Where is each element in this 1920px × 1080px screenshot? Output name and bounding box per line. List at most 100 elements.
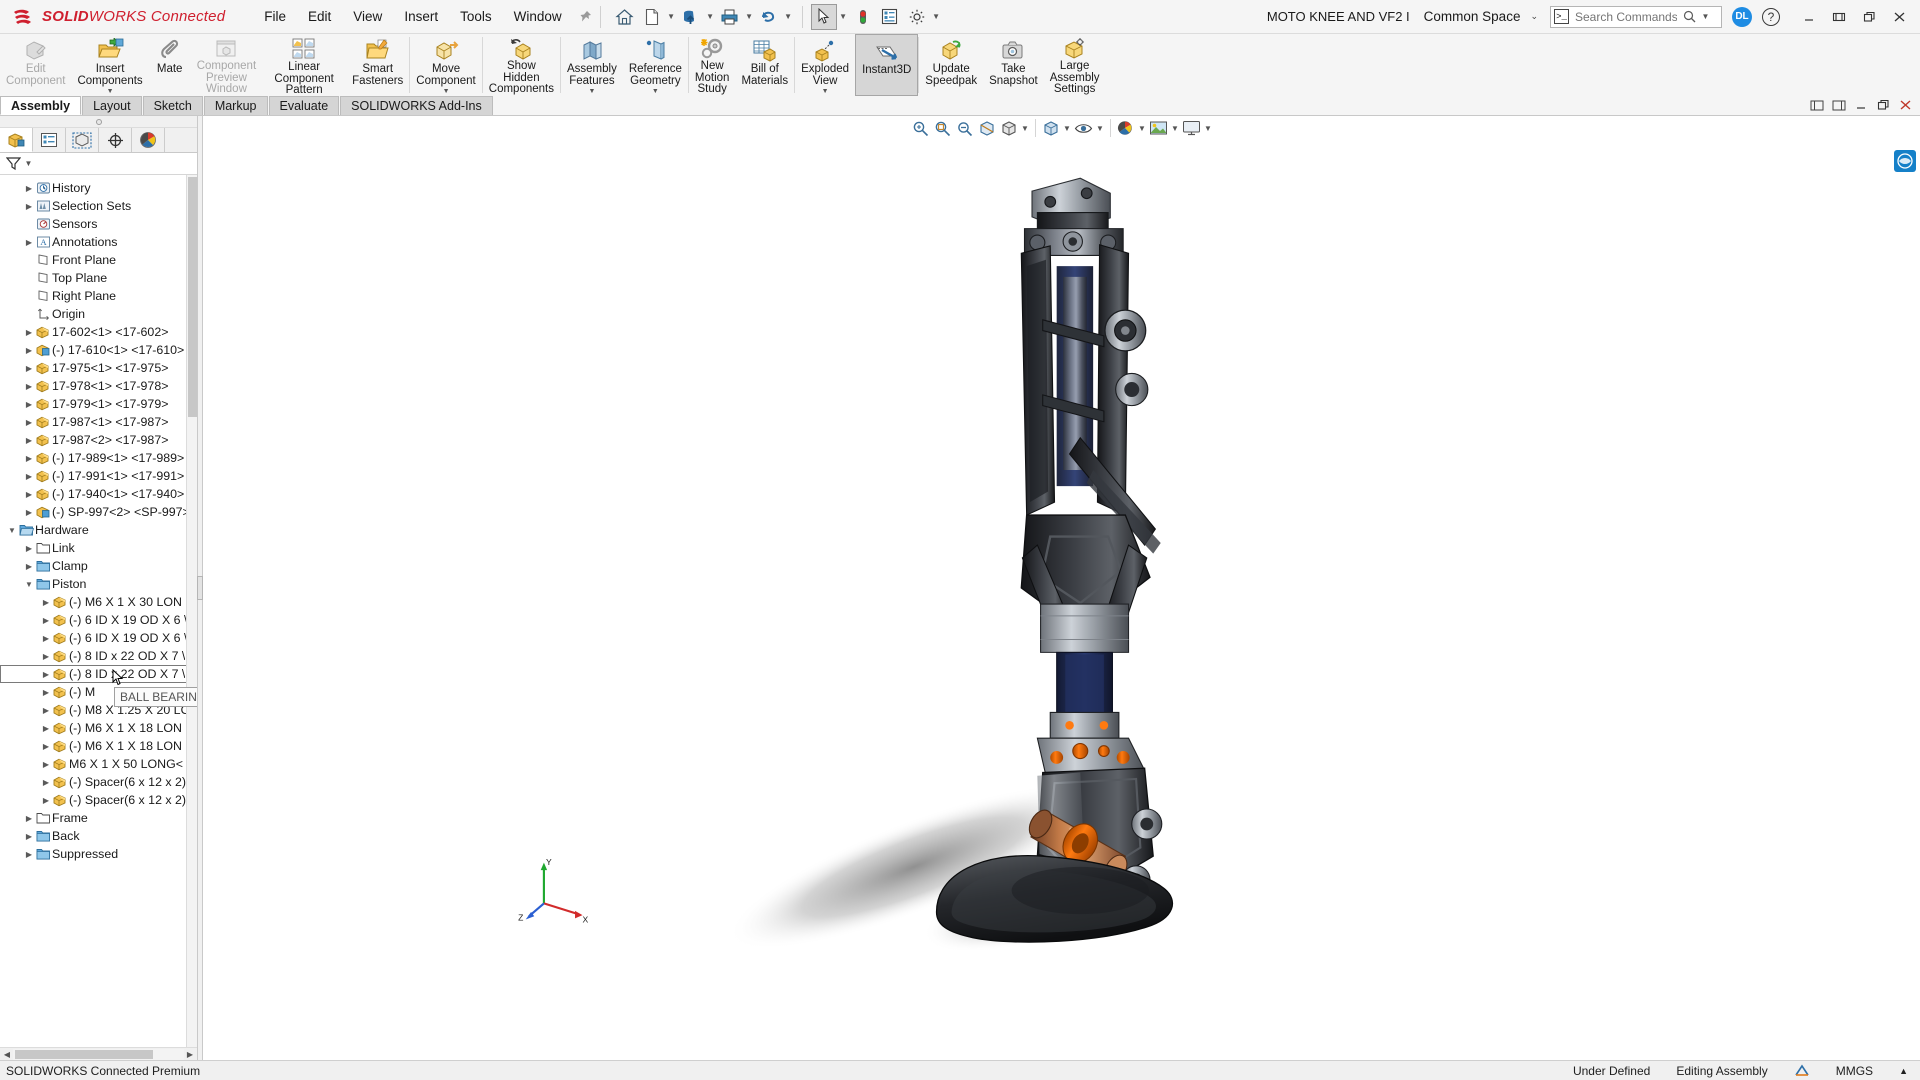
- ribbon-linear-component-pattern[interactable]: Linear Component Pattern ▼: [262, 34, 346, 105]
- chevron-down-icon[interactable]: ▼: [822, 88, 829, 95]
- ribbon-insert-components[interactable]: Insert Components ▼: [71, 34, 148, 96]
- tree-item[interactable]: ▶ A Annotations: [0, 233, 197, 251]
- ribbon-smart-fasteners[interactable]: Smart Fasteners: [346, 34, 409, 96]
- tree-expand-arrow-icon[interactable]: ▶: [23, 472, 35, 481]
- menu-insert[interactable]: Insert: [393, 4, 449, 29]
- new-document-icon[interactable]: [639, 4, 665, 30]
- tree-expand-arrow-icon[interactable]: ▶: [23, 202, 35, 211]
- tree-expand-arrow-icon[interactable]: ▶: [40, 688, 52, 697]
- common-space-selector[interactable]: Common Space ⌄: [1424, 9, 1538, 24]
- tab-evaluate[interactable]: Evaluate: [268, 96, 340, 115]
- scroll-left-icon[interactable]: ◀: [1, 1050, 13, 1059]
- select-dropdown-icon[interactable]: ▼: [838, 12, 849, 21]
- menu-window[interactable]: Window: [503, 4, 573, 29]
- window-restore-button[interactable]: [1824, 4, 1854, 30]
- tree-expand-arrow-icon[interactable]: ▶: [23, 346, 35, 355]
- tree-expand-arrow-icon[interactable]: ▶: [40, 742, 52, 751]
- tree-scroll-thumb[interactable]: [188, 177, 197, 417]
- new-document-dropdown-icon[interactable]: ▼: [666, 12, 677, 21]
- dimxpert-manager-tab[interactable]: [99, 128, 132, 152]
- tree-item[interactable]: Right Plane: [0, 287, 197, 305]
- ribbon-edit-component[interactable]: Edit Component: [0, 34, 71, 96]
- tab-markup[interactable]: Markup: [203, 96, 268, 115]
- tree-expand-arrow-icon[interactable]: ▶: [40, 634, 52, 643]
- tree-item[interactable]: ▶ (-) M6 X 1 X 18 LON: [0, 737, 197, 755]
- ribbon-new-motion-study[interactable]: New Motion Study: [689, 34, 736, 96]
- prosthetic-knee-assembly-model[interactable]: Y X Z: [203, 116, 1920, 1060]
- graphics-viewport[interactable]: ▼ ▼ ▼ ▼ ▼ ▼ Y X Z: [203, 116, 1920, 1060]
- tree-item[interactable]: ▶ (-) SP-997<2> <SP-997>: [0, 503, 197, 521]
- feature-tree-filter[interactable]: ▼: [0, 153, 197, 175]
- tree-item[interactable]: ▶ Frame: [0, 809, 197, 827]
- tree-item[interactable]: ▶ (-) 17-940<1> <17-940>: [0, 485, 197, 503]
- tree-item[interactable]: ▶ 17-975<1> <17-975>: [0, 359, 197, 377]
- print-icon[interactable]: [717, 4, 743, 30]
- tab-sketch[interactable]: Sketch: [142, 96, 203, 115]
- tree-expand-arrow-icon[interactable]: ▶: [40, 778, 52, 787]
- ribbon-mate[interactable]: Mate: [149, 34, 191, 96]
- tree-item[interactable]: Origin: [0, 305, 197, 323]
- tree-collapse-arrow-icon[interactable]: ▼: [6, 526, 18, 535]
- menu-file[interactable]: File: [253, 4, 297, 29]
- ribbon-component-preview-window[interactable]: Component Preview Window: [191, 34, 262, 96]
- configuration-manager-tab[interactable]: [66, 128, 99, 152]
- tree-item[interactable]: ▶ M6 X 1 X 50 LONG<: [0, 755, 197, 773]
- tree-item[interactable]: ▶ 17-978<1> <17-978>: [0, 377, 197, 395]
- ribbon-update-speedpak[interactable]: Update Speedpak: [919, 34, 983, 96]
- save-to-cloud-icon[interactable]: [678, 4, 704, 30]
- tree-item[interactable]: ▶ (-) M6 X 1 X 30 LON: [0, 593, 197, 611]
- tree-expand-arrow-icon[interactable]: ▶: [40, 652, 52, 661]
- tree-expand-arrow-icon[interactable]: ▶: [23, 454, 35, 463]
- status-units-dropdown-icon[interactable]: ▲: [1899, 1066, 1908, 1076]
- ribbon-exploded-view[interactable]: Exploded View ▼: [795, 34, 855, 96]
- tree-item[interactable]: ▶ (-) 17-989<1> <17-989>: [0, 449, 197, 467]
- tree-item[interactable]: Front Plane: [0, 251, 197, 269]
- feature-manager-tab[interactable]: [0, 128, 33, 152]
- ribbon-instant3d[interactable]: Instant3D: [855, 34, 919, 96]
- display-manager-tab[interactable]: [132, 128, 165, 152]
- chevron-down-icon[interactable]: ▼: [443, 88, 450, 95]
- options-gear-icon[interactable]: [904, 4, 930, 30]
- select-arrow-icon[interactable]: [810, 3, 837, 30]
- tree-expand-arrow-icon[interactable]: ▶: [23, 238, 35, 247]
- tree-item[interactable]: ▶ (-) 6 ID X 19 OD X 6 \: [0, 629, 197, 647]
- tree-expand-arrow-icon[interactable]: ▶: [23, 328, 35, 337]
- search-input[interactable]: [1573, 8, 1679, 25]
- tree-expand-arrow-icon[interactable]: ▶: [40, 598, 52, 607]
- previous-window-icon[interactable]: [1806, 94, 1828, 116]
- panel-splitter-handle[interactable]: [0, 116, 197, 128]
- ribbon-move-component[interactable]: Move Component ▼: [410, 34, 481, 96]
- menu-tools[interactable]: Tools: [449, 4, 503, 29]
- avatar[interactable]: DL: [1732, 6, 1752, 27]
- ribbon-reference-geometry[interactable]: Reference Geometry ▼: [623, 34, 688, 96]
- scroll-right-icon[interactable]: ▶: [184, 1050, 196, 1059]
- tree-expand-arrow-icon[interactable]: ▶: [23, 490, 35, 499]
- options-dropdown-icon[interactable]: ▼: [931, 12, 942, 21]
- undo-dropdown-icon[interactable]: ▼: [783, 12, 794, 21]
- tree-item[interactable]: ▶ Link: [0, 539, 197, 557]
- tab-layout[interactable]: Layout: [82, 96, 142, 115]
- save-dropdown-icon[interactable]: ▼: [705, 12, 716, 21]
- tree-item[interactable]: ▶ (-) 8 ID x 22 OD X 7 \: [0, 665, 197, 683]
- tree-expand-arrow-icon[interactable]: ▶: [23, 832, 35, 841]
- search-dropdown-icon[interactable]: ▼: [1700, 12, 1711, 21]
- tree-expand-arrow-icon[interactable]: ▶: [23, 364, 35, 373]
- tree-item[interactable]: ▶ (-) 17-610<1> <17-610>: [0, 341, 197, 359]
- tree-item[interactable]: ▶ History: [0, 179, 197, 197]
- tree-item[interactable]: Sensors: [0, 215, 197, 233]
- tree-item[interactable]: ▶ Clamp: [0, 557, 197, 575]
- chevron-down-icon[interactable]: ▼: [652, 88, 659, 95]
- solidworks-assistant-icon[interactable]: [1894, 150, 1916, 172]
- tree-item[interactable]: ▶ (-) 6 ID X 19 OD X 6 \: [0, 611, 197, 629]
- next-window-icon[interactable]: [1828, 94, 1850, 116]
- tree-expand-arrow-icon[interactable]: ▶: [40, 724, 52, 733]
- tree-expand-arrow-icon[interactable]: ▶: [23, 814, 35, 823]
- tree-item[interactable]: ▶ 17-987<1> <17-987>: [0, 413, 197, 431]
- ribbon-take-snapshot[interactable]: Take Snapshot: [983, 34, 1044, 96]
- tree-expand-arrow-icon[interactable]: ▶: [23, 382, 35, 391]
- ribbon-large-assembly-settings[interactable]: Large Assembly Settings: [1044, 34, 1106, 96]
- tree-item[interactable]: ▶ (-) 17-991<1> <17-991>: [0, 467, 197, 485]
- menu-view[interactable]: View: [342, 4, 393, 29]
- tree-item[interactable]: ▼ Hardware: [0, 521, 197, 539]
- document-minimize-icon[interactable]: [1850, 94, 1872, 116]
